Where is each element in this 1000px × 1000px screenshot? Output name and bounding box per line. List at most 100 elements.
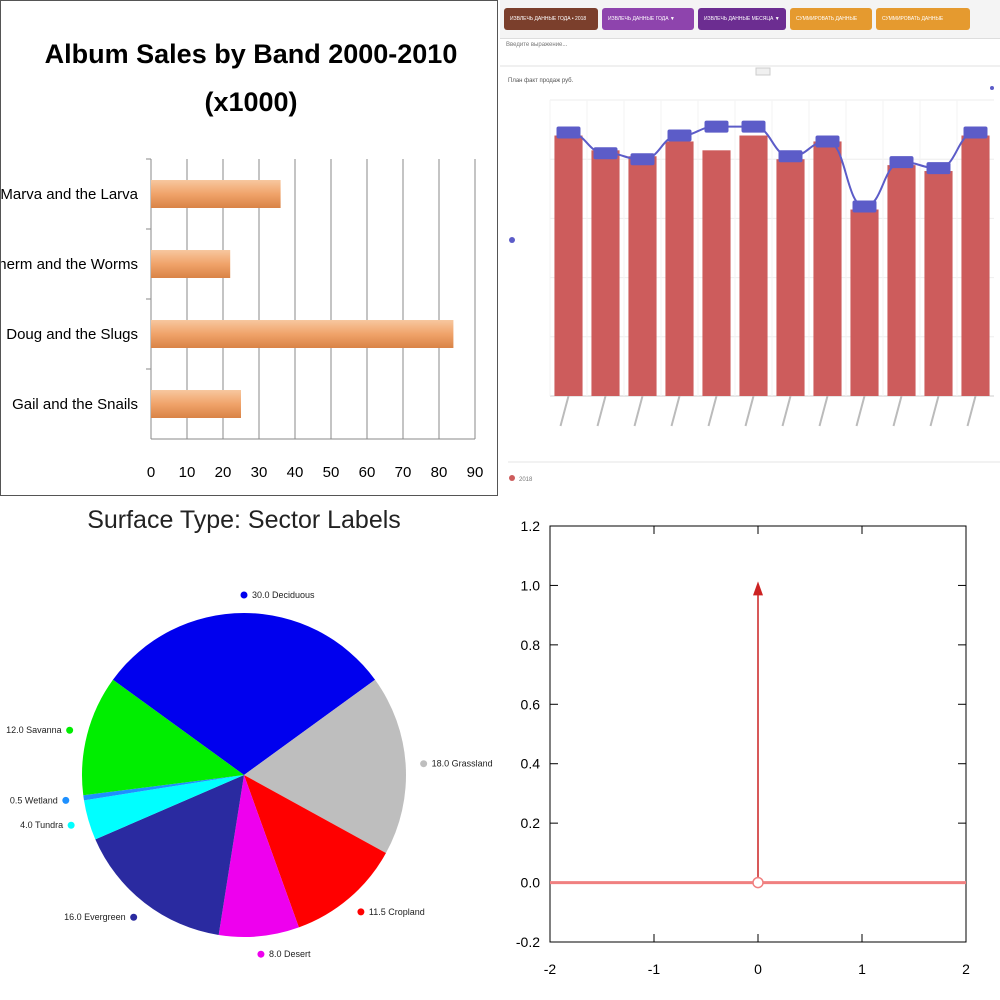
x-tick-label: 70 [395,464,412,481]
bar-sherm-and-the-worms [151,250,231,278]
x-tick-label: 30 [251,464,268,481]
x-tick-label-placeholder [633,395,644,427]
y-tick-label: 0.4 [521,756,541,772]
x-tick-label-placeholder [559,395,570,427]
slice-marker-savanna [66,726,74,734]
slice-label-tundra: 4.0 Tundra [20,820,63,830]
album-sales-subtitle: (x1000) [204,87,297,117]
slice-marker-deciduous [240,591,248,599]
bar-legend-label: 2018 [519,477,533,483]
data-point-marker [630,153,655,166]
x-tick-label: 2 [962,961,970,977]
x-tick-label: 0 [754,961,762,977]
impulse-plot: -2 -1 0 1 2 -0.2 0.0 0.2 0.4 0.6 0.8 1.0 1.2 [500,500,1000,1000]
surface-type-pie: Surface Type: Sector Labels 30.0 Deciduo… [0,500,500,1000]
x-tick-label: 90 [467,464,484,481]
bar [554,135,583,396]
x-tick-label-placeholder [744,395,755,427]
bar-marva-and-the-larva [151,180,281,208]
settings-dot-icon[interactable] [990,86,994,90]
y-tick-label: 1.2 [521,518,541,534]
slice-label-cropland: 11.5 Cropland [369,907,425,917]
slice-marker-grassland [420,760,428,768]
bar [813,141,842,396]
album-sales-title: Album Sales by Band 2000-2010 [45,39,458,69]
x-tick-label-placeholder [855,395,866,427]
x-tick-label: 10 [179,464,196,481]
data-point-marker [926,162,951,175]
y-tick-label: 0.2 [521,815,541,831]
bar-gail-and-the-snails [151,390,241,418]
bar [961,135,990,396]
category-label: Sherm and the Worms [1,256,138,273]
slice-marker-wetland [62,796,70,804]
category-label: Doug and the Slugs [6,326,138,343]
data-point-marker [889,156,914,169]
x-tick-label: 50 [323,464,340,481]
x-tick-label: 20 [215,464,232,481]
x-tick-label-placeholder [670,395,681,427]
x-tick-label: 40 [287,464,304,481]
bar [776,159,805,396]
slice-label-deciduous: 30.0 Deciduous [252,590,315,600]
slice-marker-tundra [67,821,75,829]
data-point-marker [704,120,729,133]
bar-legend-marker [509,475,515,481]
slice-label-wetland: 0.5 Wetland [10,795,58,805]
x-tick-label: 1 [858,961,866,977]
data-point-marker [667,129,692,142]
impulse-origin-marker [752,876,764,889]
slice-marker-evergreen [130,913,138,921]
bar [628,156,657,396]
bar [702,150,731,396]
x-tick-label-placeholder [966,395,977,427]
data-point-marker [593,147,618,160]
slice-label-desert: 8.0 Desert [269,949,311,959]
collapse-handle[interactable] [755,67,771,76]
pie-title: Surface Type: Sector Labels [87,506,401,534]
x-tick-label: 0 [147,464,155,481]
x-tick-label: 80 [431,464,448,481]
slice-marker-desert [257,950,265,958]
x-tick-label: -2 [544,961,557,977]
data-point-marker [741,120,766,133]
bar [739,135,768,396]
bar [850,209,879,396]
y-tick-label: 0.8 [521,637,541,653]
bar [665,141,694,396]
data-point-marker [815,135,840,148]
data-point-marker [778,150,803,163]
line-legend-marker [509,237,515,243]
bar-doug-and-the-slugs [151,320,454,348]
slice-label-grassland: 18.0 Grassland [432,759,493,769]
impulse-arrowhead [753,581,763,596]
x-tick-label-placeholder [596,395,607,427]
x-tick-label-placeholder [781,395,792,427]
y-tick-label: 1.0 [521,577,541,593]
y-tick-label: 0.0 [521,875,541,891]
sales-dashboard: ИЗВЛЕЧЬ ДАННЫЕ ГОДА • 2018 ИЗВЛЕЧЬ ДАННЫ… [500,0,1000,500]
x-tick-label-placeholder [892,395,903,427]
dashboard-svg: 2018 [500,65,1000,483]
bar [591,150,620,396]
bar [887,165,916,396]
pie-svg: Surface Type: Sector Labels 30.0 Deciduo… [6,506,493,959]
album-sales-svg: Album Sales by Band 2000-2010 (x1000) Ma… [1,39,484,481]
bar [924,171,953,396]
data-point-marker [556,126,581,139]
slice-marker-cropland [357,908,365,916]
y-tick-label: 0.6 [521,696,541,712]
album-sales-chart: Album Sales by Band 2000-2010 (x1000) Ma… [0,0,498,496]
slice-label-savanna: 12.0 Savanna [6,725,62,735]
x-tick-label: 60 [359,464,376,481]
x-tick-label-placeholder [707,395,718,427]
x-tick-label-placeholder [818,395,829,427]
y-tick-label: -0.2 [516,934,540,950]
data-point-marker [963,126,988,139]
category-label: Marva and the Larva [1,186,139,203]
data-point-marker [852,200,877,213]
x-tick-label-placeholder [929,395,940,427]
category-label: Gail and the Snails [12,396,138,413]
x-tick-label: -1 [648,961,661,977]
impulse-svg: -2 -1 0 1 2 -0.2 0.0 0.2 0.4 0.6 0.8 1.0 1.2 [516,518,970,977]
